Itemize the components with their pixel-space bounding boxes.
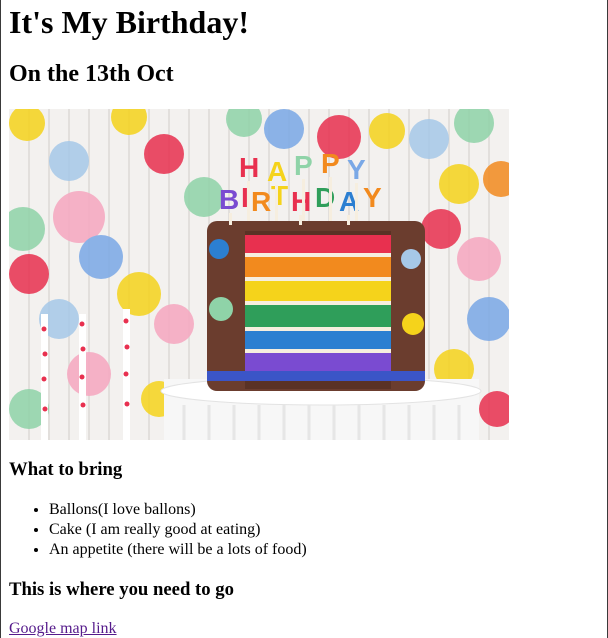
location-heading: This is where you need to go: [9, 579, 234, 600]
svg-text:D: D: [315, 182, 335, 213]
birthday-cake-image: H A P P Y B I R T H D A Y: [9, 109, 509, 440]
list-item: An appetite (there will be a lots of foo…: [49, 540, 307, 560]
svg-text:R: R: [251, 186, 271, 217]
svg-text:P: P: [321, 148, 340, 179]
what-to-bring-heading: What to bring: [9, 459, 123, 480]
list-item: Ballons(I love ballons): [49, 500, 307, 520]
svg-text:H: H: [291, 186, 311, 217]
google-map-link[interactable]: Google map link: [9, 620, 117, 638]
page-title: It's My Birthday!: [9, 4, 249, 40]
svg-text:T: T: [271, 180, 288, 211]
svg-text:Y: Y: [347, 154, 366, 185]
svg-text:Y: Y: [363, 182, 382, 213]
svg-text:P: P: [294, 150, 313, 181]
list-item: Cake (I am really good at eating): [49, 520, 307, 540]
bring-list: Ballons(I love ballons) Cake (I am reall…: [9, 500, 307, 560]
svg-text:B: B: [219, 184, 239, 215]
window-left-border: [0, 0, 1, 638]
event-date: On the 13th Oct: [9, 61, 174, 87]
svg-text:H: H: [239, 152, 259, 183]
